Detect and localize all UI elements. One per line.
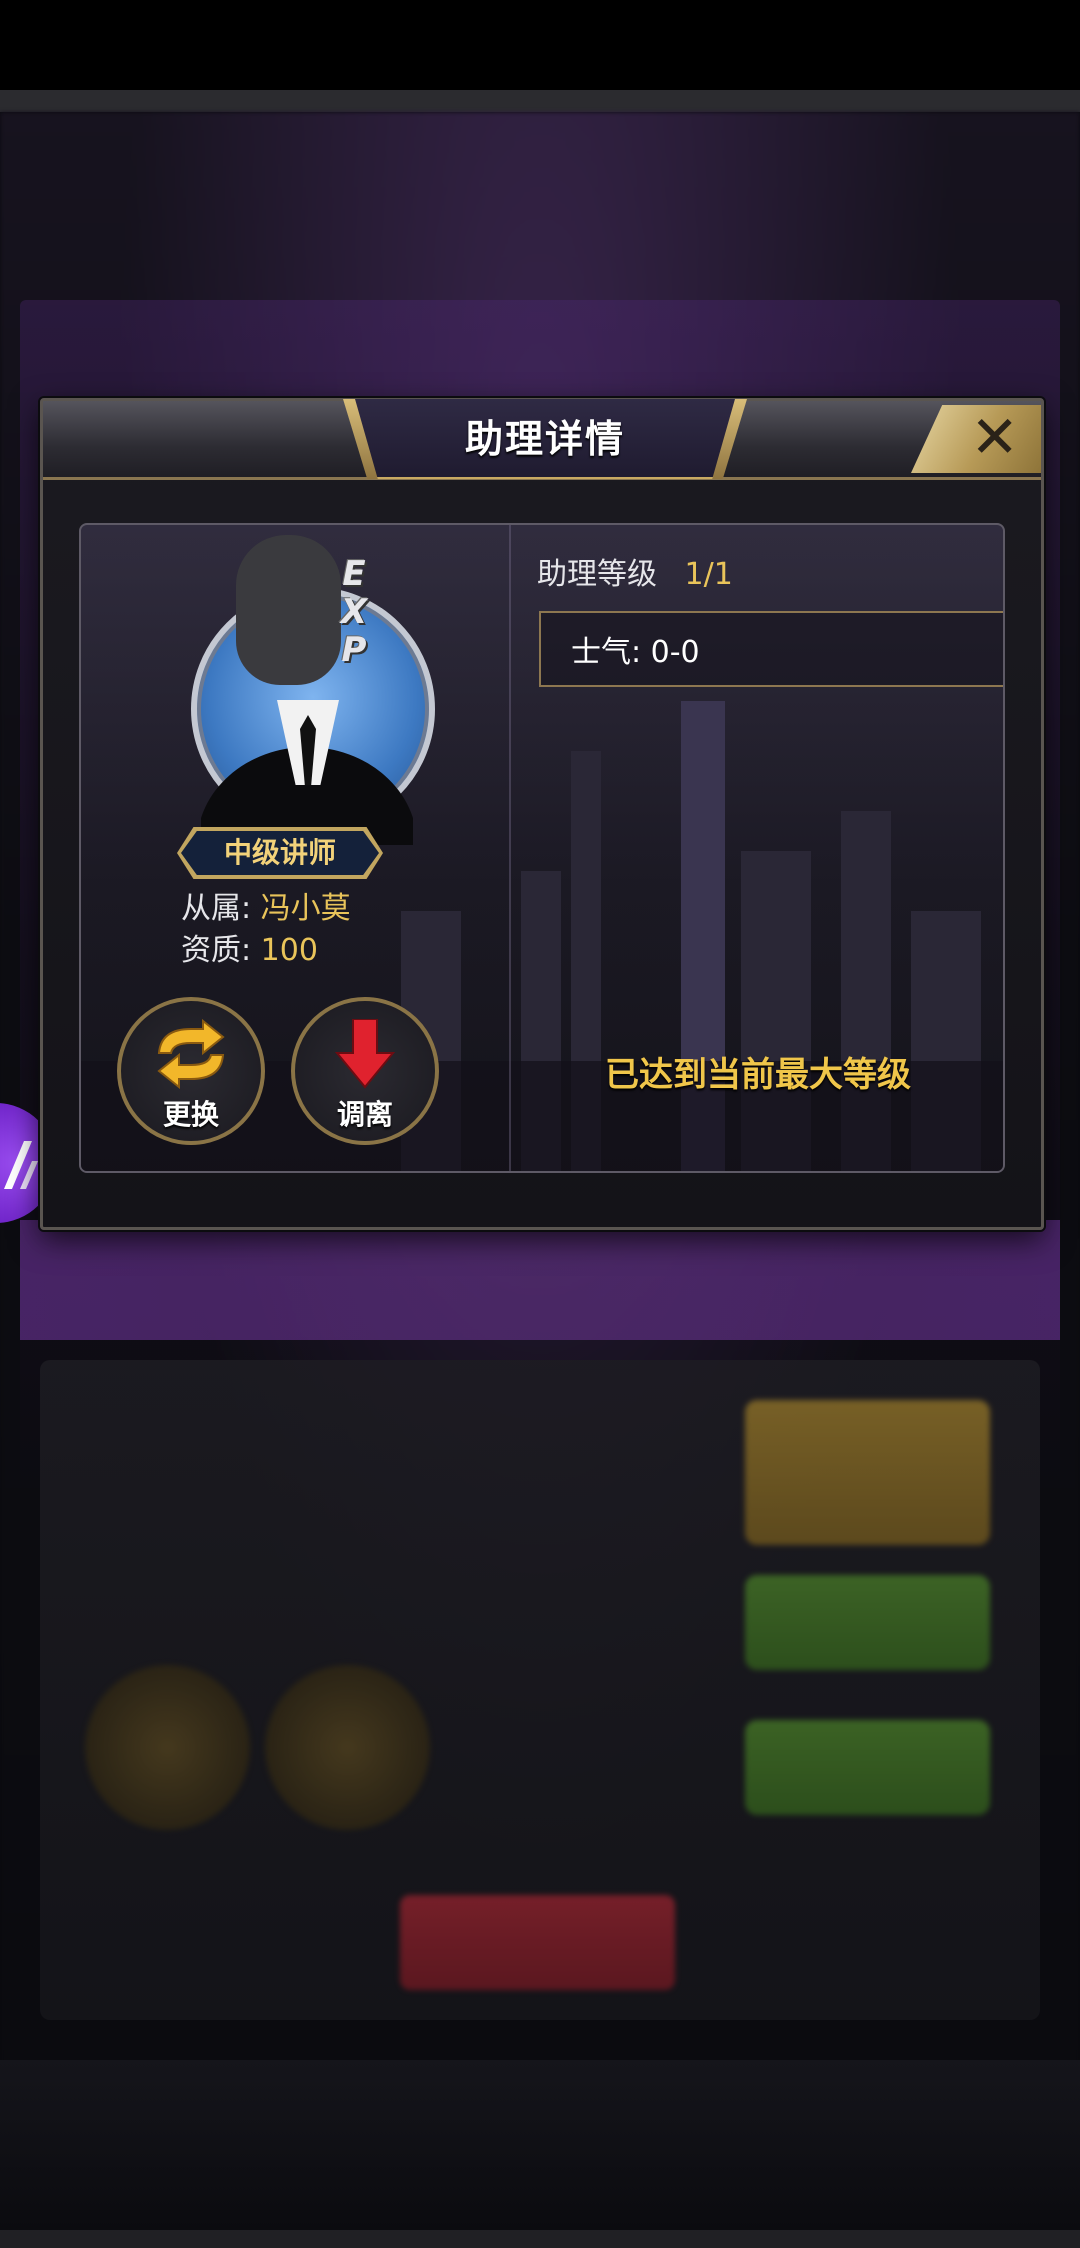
aptitude-value: 100 (260, 933, 318, 968)
assistant-level-panel: 助理等级 1/1 士气: 0-0 已达到当前最大等级 (513, 525, 1003, 1171)
down-arrow-icon (334, 1019, 396, 1089)
exp-badge: EXP (340, 554, 368, 670)
level-row: 助理等级 1/1 (537, 549, 733, 593)
assistant-profile-panel: EXP 中级讲师 从属: 冯小莫 资质: 100 更换 调离 (81, 525, 509, 1171)
game-screen: 助理详情 ✕ EXP 中级讲师 从属: 冯小莫 资质: 100 更换 调离 助理… (0, 0, 1080, 2248)
panel-divider (509, 525, 511, 1171)
background-medal (265, 1665, 430, 1830)
transfer-button[interactable]: 调离 (291, 997, 439, 1145)
swap-arrows-icon (157, 1019, 225, 1089)
top-bar (0, 90, 1080, 112)
status-bar (0, 0, 1080, 90)
morale-box: 士气: 0-0 (539, 611, 1003, 687)
dialog-header: 助理详情 ✕ (43, 399, 1041, 480)
max-level-notice: 已达到当前最大等级 (605, 1055, 911, 1095)
background-strip (20, 1220, 1060, 1340)
background-green-button (745, 1575, 990, 1670)
background-green-button (745, 1720, 990, 1815)
close-button[interactable]: ✕ (911, 405, 1041, 473)
assistant-detail-dialog: 助理详情 ✕ EXP 中级讲师 从属: 冯小莫 资质: 100 更换 调离 助理… (40, 398, 1044, 1230)
background-red-button (400, 1895, 675, 1990)
rank-label: 中级讲师 (223, 836, 336, 869)
replace-button[interactable]: 更换 (117, 997, 265, 1145)
dialog-content: EXP 中级讲师 从属: 冯小莫 资质: 100 更换 调离 助理等级 1/1 … (79, 523, 1005, 1173)
close-icon: ✕ (970, 403, 1019, 471)
background-gold-button (745, 1400, 990, 1545)
level-value: 1/1 (684, 557, 733, 592)
affiliation-label: 从属: (181, 891, 252, 926)
level-label: 助理等级 (537, 557, 657, 592)
background-bottom-nav (0, 2060, 1080, 2230)
affiliation-row: 从属: 冯小莫 (181, 889, 351, 929)
affiliation-value: 冯小莫 (260, 891, 351, 926)
replace-button-label: 更换 (162, 1098, 219, 1131)
avatar-head (236, 535, 341, 685)
aptitude-row: 资质: 100 (181, 931, 318, 971)
dialog-title: 助理详情 (464, 417, 625, 461)
aptitude-label: 资质: (181, 933, 252, 968)
background-medal (85, 1665, 250, 1830)
transfer-button-label: 调离 (336, 1098, 393, 1131)
system-nav-bar (0, 2230, 1080, 2248)
morale-text: 士气: 0-0 (571, 635, 700, 670)
